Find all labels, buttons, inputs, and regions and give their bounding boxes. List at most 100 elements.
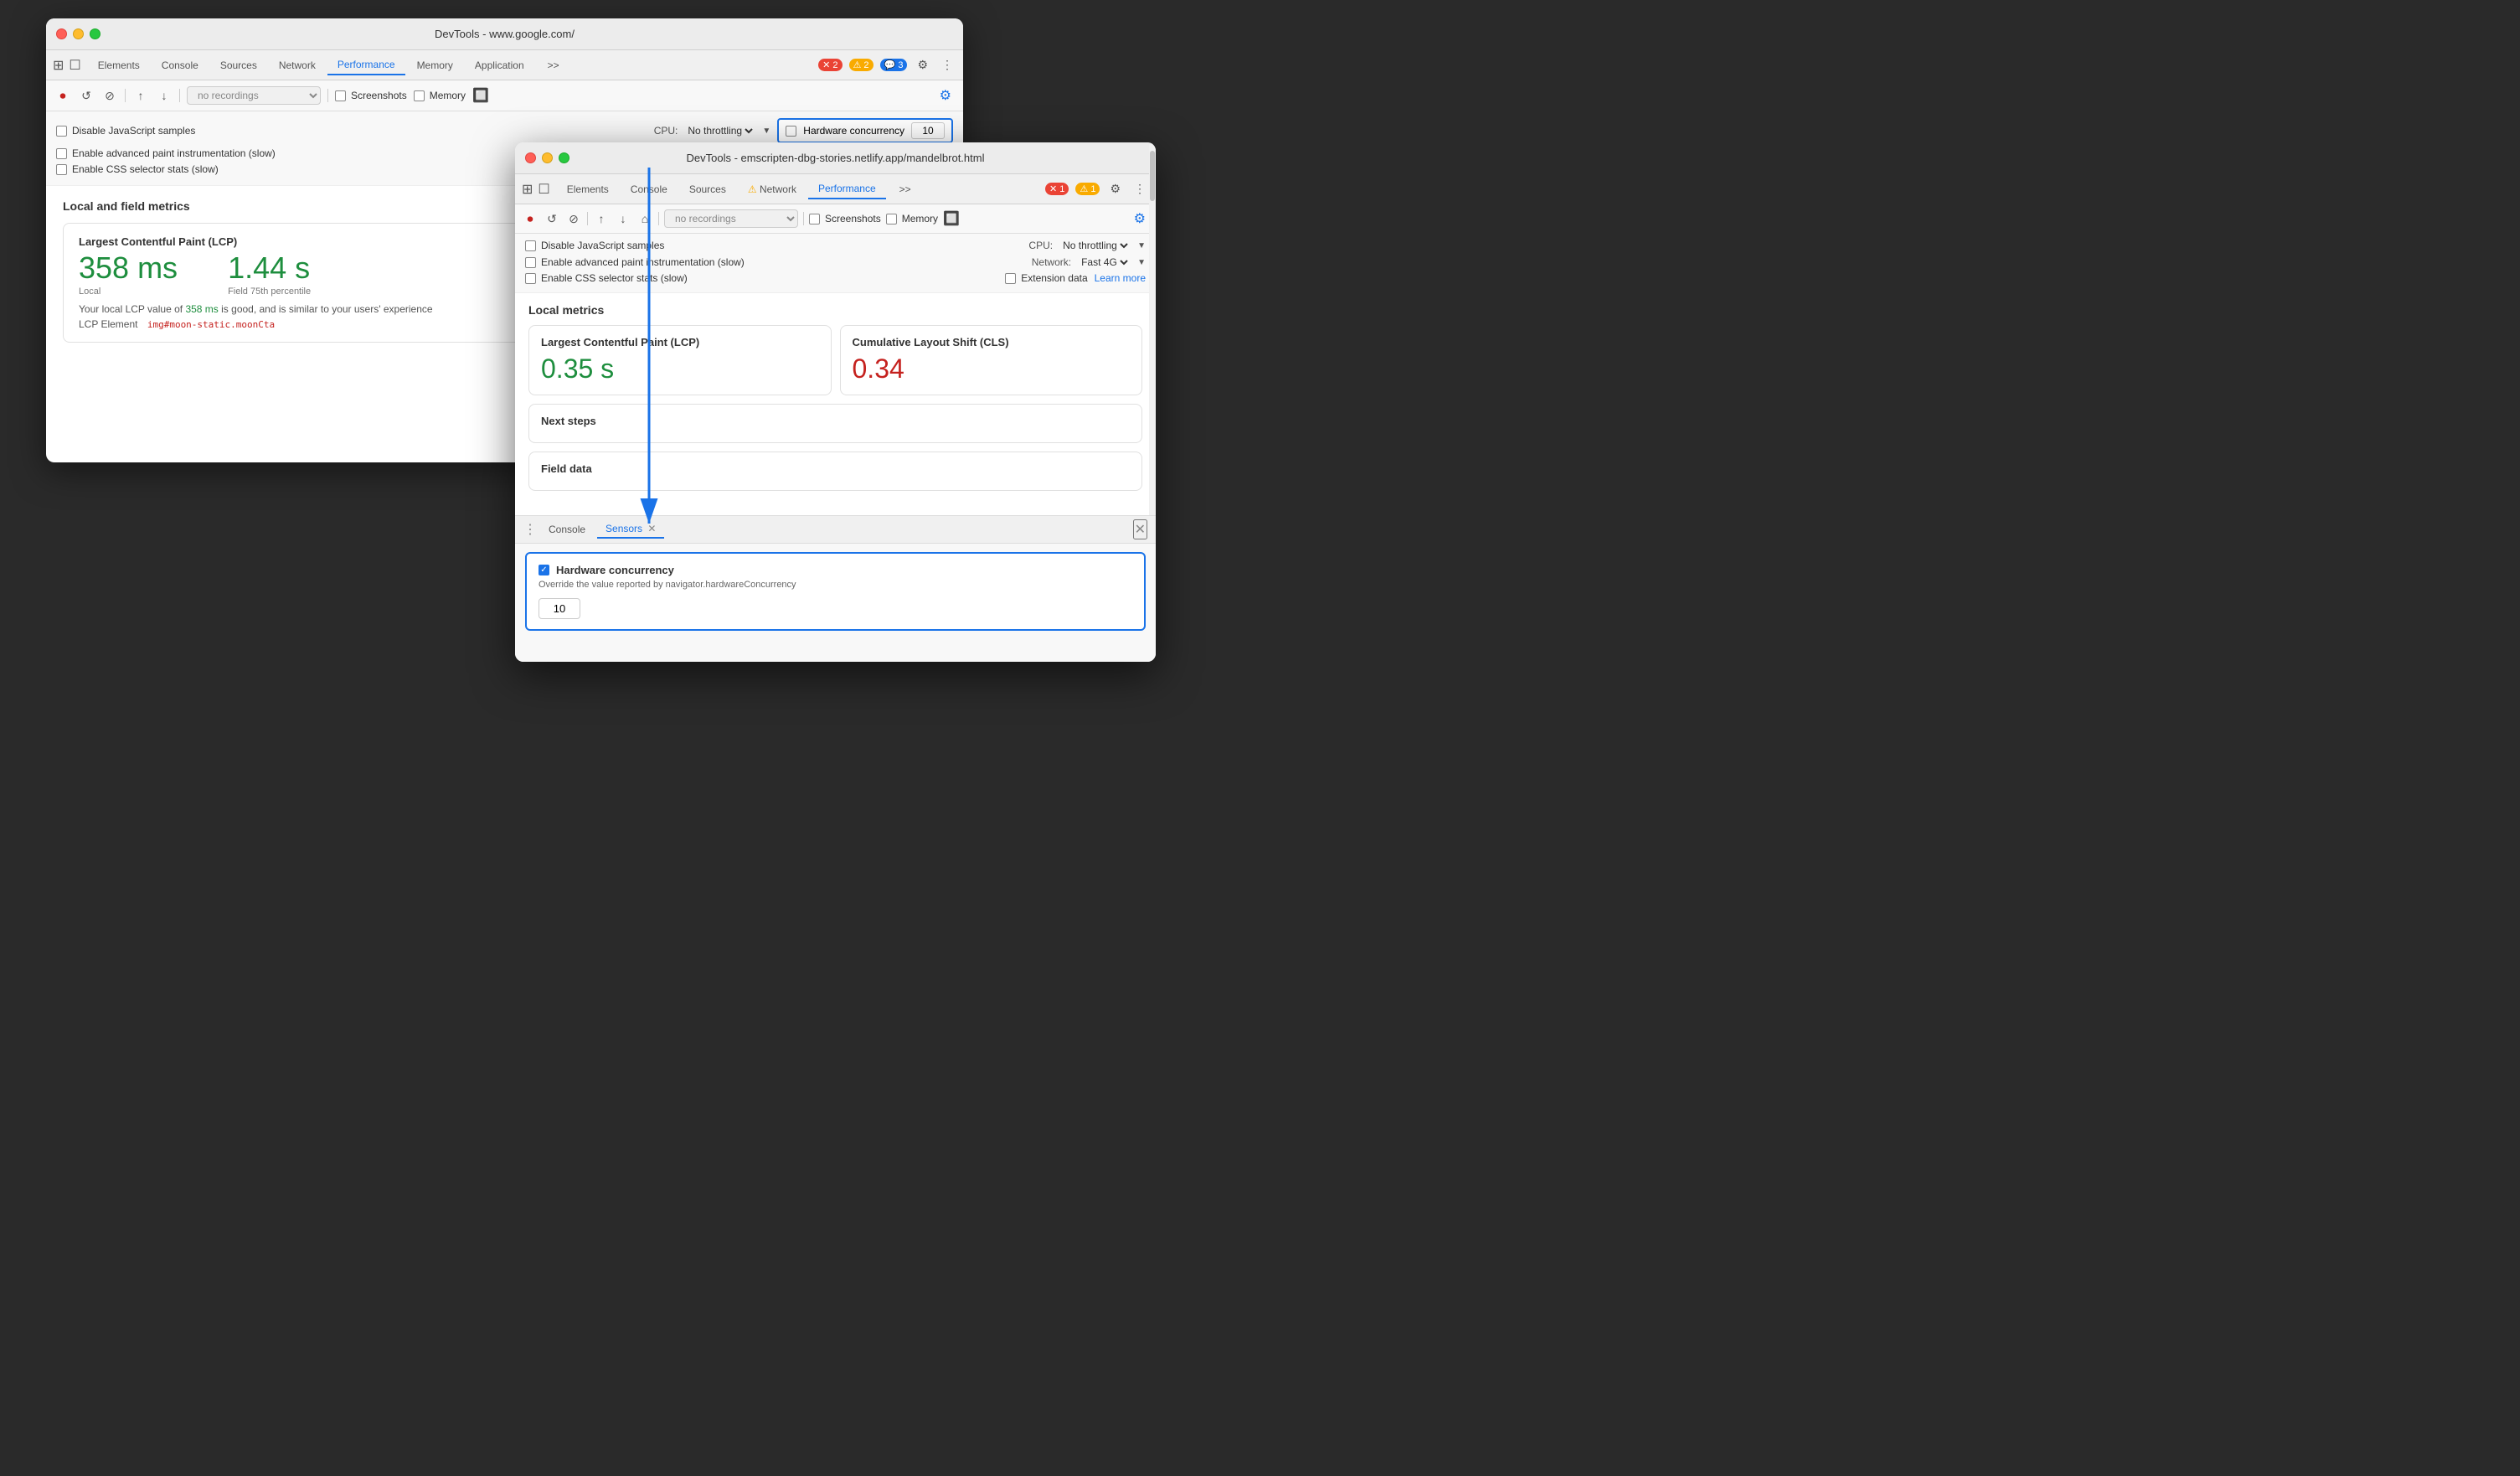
capture-icon-front[interactable]: 🔲 <box>943 210 960 227</box>
css-selector-front[interactable]: Enable CSS selector stats (slow) <box>525 272 688 284</box>
tab-performance-front[interactable]: Performance <box>808 179 886 199</box>
warning-badge-back: ⚠ 2 <box>849 59 873 71</box>
hw-checkbox-front[interactable]: ✓ <box>539 565 549 575</box>
upload-button-back[interactable]: ↑ <box>132 87 149 104</box>
screenshots-checkbox-front[interactable]: Screenshots <box>809 213 881 224</box>
network-throttle-front[interactable]: Fast 4G <box>1078 255 1131 269</box>
inspector-icon-front[interactable]: ⊞ <box>522 181 533 198</box>
tab-icons-front: ✕ 1 ⚠ 1 ⚙ ⋮ <box>1045 180 1149 198</box>
lcp-local-label: Local <box>79 286 178 297</box>
reload-button-front[interactable]: ↺ <box>544 210 560 227</box>
window-title-front: DevTools - emscripten-dbg-stories.netlif… <box>687 152 985 164</box>
tab-memory-back[interactable]: Memory <box>407 56 463 75</box>
memory-check-back[interactable] <box>414 90 425 101</box>
hw-value-input-front[interactable] <box>539 598 580 619</box>
download-button-back[interactable]: ↓ <box>156 87 173 104</box>
lcp-title-front: Largest Contentful Paint (LCP) <box>541 336 819 348</box>
lcp-element-value[interactable]: img#moon-static.moonCta <box>147 319 275 330</box>
settings-gear-back[interactable]: ⚙ <box>936 85 955 106</box>
advanced-paint-front[interactable]: Enable advanced paint instrumentation (s… <box>525 256 745 268</box>
panel-close-button[interactable]: ✕ <box>1133 519 1147 539</box>
cpu-throttle-back[interactable]: No throttling <box>684 124 755 137</box>
titlebar-front: DevTools - emscripten-dbg-stories.netlif… <box>515 142 1156 174</box>
device-icon[interactable]: ☐ <box>69 57 80 74</box>
record-button-back[interactable]: ⏺ <box>54 87 71 104</box>
cls-value-front: 0.34 <box>853 354 1131 384</box>
hardware-concurrency-card-front: ✓ Hardware concurrency Override the valu… <box>525 552 1146 631</box>
options-row1-back: Disable JavaScript samples CPU: No throt… <box>56 118 953 143</box>
close-button-front[interactable] <box>525 152 536 163</box>
settings-icon-back[interactable]: ⚙ <box>914 56 931 74</box>
tab-elements-back[interactable]: Elements <box>88 56 150 75</box>
tab-more-front[interactable]: >> <box>889 180 921 199</box>
extension-data-front[interactable]: Extension data <box>1005 272 1087 284</box>
lcp-field-value: 1.44 s <box>228 253 311 283</box>
bottom-panel: ⋮ Console Sensors ✕ ✕ ✓ Hardware concurr… <box>515 515 1156 662</box>
maximize-button[interactable] <box>90 28 100 39</box>
warning-badge-front: ⚠ 1 <box>1075 183 1100 195</box>
device-icon-front[interactable]: ☐ <box>538 181 549 198</box>
lcp-field-label: Field 75th percentile <box>228 286 311 297</box>
error-badge-back: ✕ 2 <box>818 59 842 71</box>
capture-icon-back[interactable]: 🔲 <box>472 87 489 104</box>
minimize-button[interactable] <box>73 28 84 39</box>
recordings-select-back[interactable]: no recordings <box>187 86 321 105</box>
panel-tab-console[interactable]: Console <box>540 521 594 538</box>
tab-network-back[interactable]: Network <box>269 56 326 75</box>
cpu-throttle-front[interactable]: No throttling <box>1059 239 1131 252</box>
reload-button-back[interactable]: ↺ <box>78 87 95 104</box>
tab-more-back[interactable]: >> <box>538 56 569 75</box>
recordings-select-front[interactable]: no recordings <box>664 209 798 228</box>
tab-network-front[interactable]: ⚠ Network <box>738 180 807 199</box>
learn-more-link[interactable]: Learn more <box>1095 272 1146 284</box>
home-button-front[interactable]: ⌂ <box>636 210 653 227</box>
settings-gear-front[interactable]: ⚙ <box>1131 209 1149 229</box>
sensors-close-icon[interactable]: ✕ <box>647 523 656 534</box>
css-selector-back[interactable]: Enable CSS selector stats (slow) <box>56 163 219 175</box>
sep2-front <box>658 212 659 225</box>
tab-console-back[interactable]: Console <box>152 56 209 75</box>
screenshots-checkbox-back[interactable]: Screenshots <box>335 90 407 101</box>
inspector-icon[interactable]: ⊞ <box>53 57 64 74</box>
more-options-icon-front[interactable]: ⋮ <box>1131 180 1149 198</box>
minimize-button-front[interactable] <box>542 152 553 163</box>
sep3-front <box>803 212 804 225</box>
hw-check-back[interactable] <box>786 126 796 137</box>
upload-button-front[interactable]: ↑ <box>593 210 610 227</box>
metrics-grid: Largest Contentful Paint (LCP) 0.35 s Cu… <box>528 325 1142 395</box>
scrollbar-thumb[interactable] <box>1150 151 1155 201</box>
download-button-front[interactable]: ↓ <box>615 210 631 227</box>
settings-icon-front[interactable]: ⚙ <box>1106 180 1124 198</box>
memory-checkbox-back[interactable]: Memory <box>414 90 466 101</box>
stop-button-front[interactable]: ⊘ <box>565 210 582 227</box>
options-front: Disable JavaScript samples CPU: No throt… <box>515 234 1156 293</box>
next-steps-card: Next steps <box>528 404 1142 443</box>
field-data-title: Field data <box>541 462 1130 475</box>
tab-sources-front[interactable]: Sources <box>679 180 736 199</box>
hw-value-input-back[interactable] <box>911 122 945 139</box>
tab-sources-back[interactable]: Sources <box>210 56 267 75</box>
maximize-button-front[interactable] <box>559 152 569 163</box>
panel-tab-sensors[interactable]: Sensors ✕ <box>597 520 664 539</box>
toolbar-back: ⏺ ↺ ⊘ ↑ ↓ no recordings Screenshots Memo… <box>46 80 963 111</box>
more-options-icon-back[interactable]: ⋮ <box>938 56 956 74</box>
tab-performance-back[interactable]: Performance <box>327 55 405 75</box>
lcp-note-value: 358 ms <box>185 303 218 315</box>
tab-application-back[interactable]: Application <box>465 56 534 75</box>
hardware-concurrency-box-back: Hardware concurrency <box>777 118 953 143</box>
memory-checkbox-front[interactable]: Memory <box>886 213 938 224</box>
record-button-front[interactable]: ⏺ <box>522 210 539 227</box>
disable-js-back[interactable]: Disable JavaScript samples <box>56 125 195 137</box>
disable-js-front[interactable]: Disable JavaScript samples <box>525 240 664 251</box>
advanced-paint-back[interactable]: Enable advanced paint instrumentation (s… <box>56 147 276 159</box>
panel-dots-icon[interactable]: ⋮ <box>523 521 537 538</box>
stop-button-back[interactable]: ⊘ <box>101 87 118 104</box>
network-warning-icon: ⚠ <box>748 183 760 195</box>
screenshots-check-back[interactable] <box>335 90 346 101</box>
devtools-tabs-back: ⊞ ☐ Elements Console Sources Network Per… <box>46 50 963 80</box>
toolbar-front: ⏺ ↺ ⊘ ↑ ↓ ⌂ no recordings Screenshots Me… <box>515 204 1156 234</box>
close-button[interactable] <box>56 28 67 39</box>
titlebar-back: DevTools - www.google.com/ <box>46 18 963 50</box>
tab-console-front[interactable]: Console <box>621 180 678 199</box>
tab-elements-front[interactable]: Elements <box>557 180 619 199</box>
